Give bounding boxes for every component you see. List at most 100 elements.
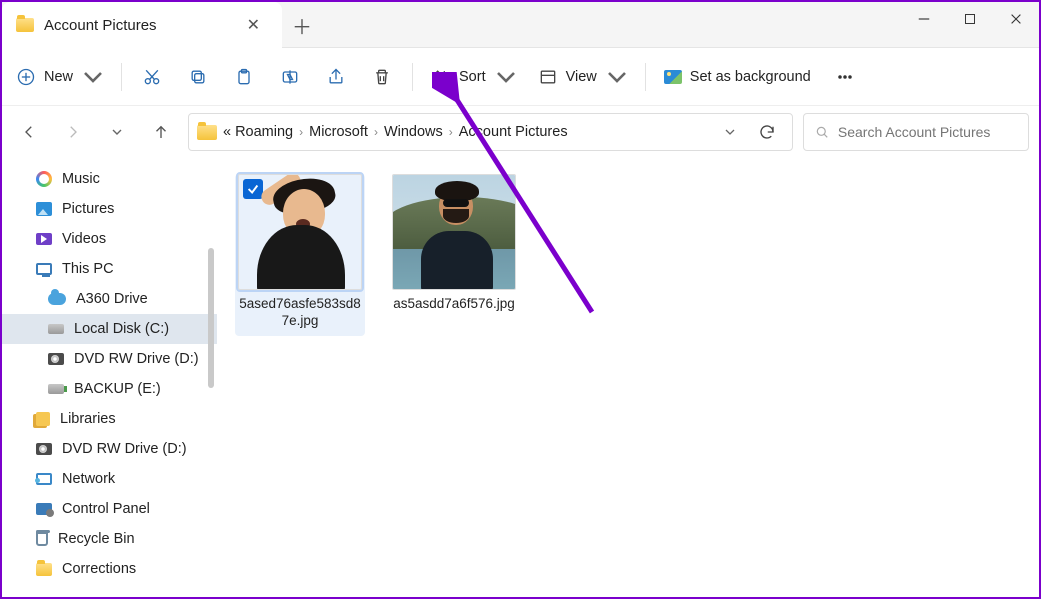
folder-icon: [16, 18, 34, 32]
sidebar-item-label: Control Panel: [62, 501, 150, 517]
forward-button[interactable]: [56, 115, 90, 149]
cut-button[interactable]: [130, 57, 174, 97]
sidebar-item[interactable]: Music: [2, 164, 217, 194]
rename-button[interactable]: [268, 57, 312, 97]
file-item[interactable]: 5ased76asfe583sd87e.jpg: [235, 174, 365, 336]
content-area[interactable]: 5ased76asfe583sd87e.jpg as5asdd7a6f576.j…: [217, 158, 1039, 597]
back-button[interactable]: [12, 115, 46, 149]
tab-active[interactable]: Account Pictures ✕: [2, 2, 282, 48]
maximize-button[interactable]: [947, 2, 993, 36]
sidebar-item-label: Pictures: [62, 201, 114, 217]
sidebar-item[interactable]: Pictures: [2, 194, 217, 224]
sidebar-item[interactable]: Videos: [2, 224, 217, 254]
separator: [412, 63, 413, 91]
window-controls: [901, 2, 1039, 36]
thumbnail: [238, 174, 362, 290]
disk-usb-icon: [48, 384, 64, 394]
address-dropdown[interactable]: [716, 127, 744, 137]
set-background-button[interactable]: Set as background: [654, 57, 821, 97]
sidebar-item[interactable]: Local Disk (C:): [2, 314, 217, 344]
background-icon: [664, 70, 682, 84]
chevron-right-icon: ›: [372, 125, 380, 139]
sidebar: Music Pictures Videos This PC A360 Drive Loca…: [2, 158, 217, 597]
sidebar-item[interactable]: DVD RW Drive (D:): [2, 434, 217, 464]
search-box[interactable]: [803, 113, 1029, 151]
sidebar-item-label: Corrections: [62, 561, 136, 577]
sidebar-item[interactable]: This PC: [2, 254, 217, 284]
copy-button[interactable]: [176, 57, 220, 97]
cpl-icon: [36, 503, 52, 515]
sidebar-item[interactable]: DVD RW Drive (D:): [2, 344, 217, 374]
share-button[interactable]: [314, 57, 358, 97]
breadcrumb-item[interactable]: Account Pictures: [459, 124, 568, 140]
chevron-down-icon: [496, 67, 516, 87]
sidebar-item-label: A360 Drive: [76, 291, 148, 307]
refresh-button[interactable]: [750, 123, 784, 141]
breadcrumb-item[interactable]: Windows: [384, 124, 443, 140]
close-button[interactable]: [993, 2, 1039, 36]
scrollbar-thumb[interactable]: [208, 248, 214, 388]
chevron-right-icon: ›: [297, 125, 305, 139]
breadcrumb-item[interactable]: Roaming: [235, 124, 293, 140]
dvd-icon: [36, 443, 52, 455]
file-name: 5ased76asfe583sd87e.jpg: [235, 296, 365, 330]
cloud-icon: [48, 293, 66, 305]
address-bar[interactable]: « Roaming › Microsoft › Windows › Accoun…: [188, 113, 793, 151]
sort-button[interactable]: Sort: [421, 57, 526, 97]
up-button[interactable]: [144, 115, 178, 149]
body: Music Pictures Videos This PC A360 Drive Loca…: [2, 158, 1039, 597]
file-grid: 5ased76asfe583sd87e.jpg as5asdd7a6f576.j…: [235, 174, 1021, 336]
sidebar-item-label: Libraries: [60, 411, 116, 427]
pic-icon: [36, 202, 52, 216]
sidebar-item[interactable]: A360 Drive: [2, 284, 217, 314]
search-icon: [814, 123, 830, 141]
sort-label: Sort: [459, 69, 486, 85]
chevron-down-icon: [83, 67, 103, 87]
separator: [121, 63, 122, 91]
navigation-row: « Roaming › Microsoft › Windows › Accoun…: [2, 106, 1039, 158]
separator: [645, 63, 646, 91]
sidebar-item[interactable]: Control Panel: [2, 494, 217, 524]
history-dropdown[interactable]: [100, 115, 134, 149]
sidebar-item[interactable]: Libraries: [2, 404, 217, 434]
sidebar-item-label: BACKUP (E:): [74, 381, 161, 397]
delete-button[interactable]: [360, 57, 404, 97]
title-bar: Account Pictures ✕ ＋: [2, 2, 1039, 48]
clipboard-icon: [234, 67, 254, 87]
set-bg-label: Set as background: [690, 69, 811, 85]
copy-icon: [188, 67, 208, 87]
sidebar-item[interactable]: Corrections: [2, 554, 217, 584]
tab-title: Account Pictures: [44, 17, 231, 34]
bin-icon: [36, 532, 48, 546]
tab-close-button[interactable]: ✕: [241, 13, 266, 37]
ellipsis-icon: [835, 67, 855, 87]
view-icon: [538, 67, 558, 87]
pc-icon: [36, 263, 52, 275]
lib-icon: [36, 412, 50, 426]
rename-icon: [280, 67, 300, 87]
file-item[interactable]: as5asdd7a6f576.jpg: [389, 174, 519, 313]
thumbnail: [392, 174, 516, 290]
dvd-icon: [48, 353, 64, 365]
sidebar-item[interactable]: Network: [2, 464, 217, 494]
search-input[interactable]: [838, 124, 1018, 140]
more-button[interactable]: [823, 57, 867, 97]
new-button[interactable]: New: [8, 57, 113, 97]
sidebar-item-label: This PC: [62, 261, 114, 277]
breadcrumb-ellipsis[interactable]: «: [223, 124, 231, 140]
new-tab-button[interactable]: ＋: [282, 2, 322, 48]
paste-button[interactable]: [222, 57, 266, 97]
folder-icon: [197, 125, 217, 140]
vid-icon: [36, 233, 52, 245]
sidebar-item-label: Network: [62, 471, 115, 487]
net-icon: [36, 473, 52, 485]
sidebar-item-label: DVD RW Drive (D:): [74, 351, 199, 367]
view-button[interactable]: View: [528, 57, 637, 97]
minimize-button[interactable]: [901, 2, 947, 36]
sidebar-item-label: Local Disk (C:): [74, 321, 169, 337]
sidebar-item[interactable]: BACKUP (E:): [2, 374, 217, 404]
sidebar-item[interactable]: Recycle Bin: [2, 524, 217, 554]
file-name: as5asdd7a6f576.jpg: [389, 296, 519, 313]
music-icon: [36, 171, 52, 187]
breadcrumb-item[interactable]: Microsoft: [309, 124, 368, 140]
